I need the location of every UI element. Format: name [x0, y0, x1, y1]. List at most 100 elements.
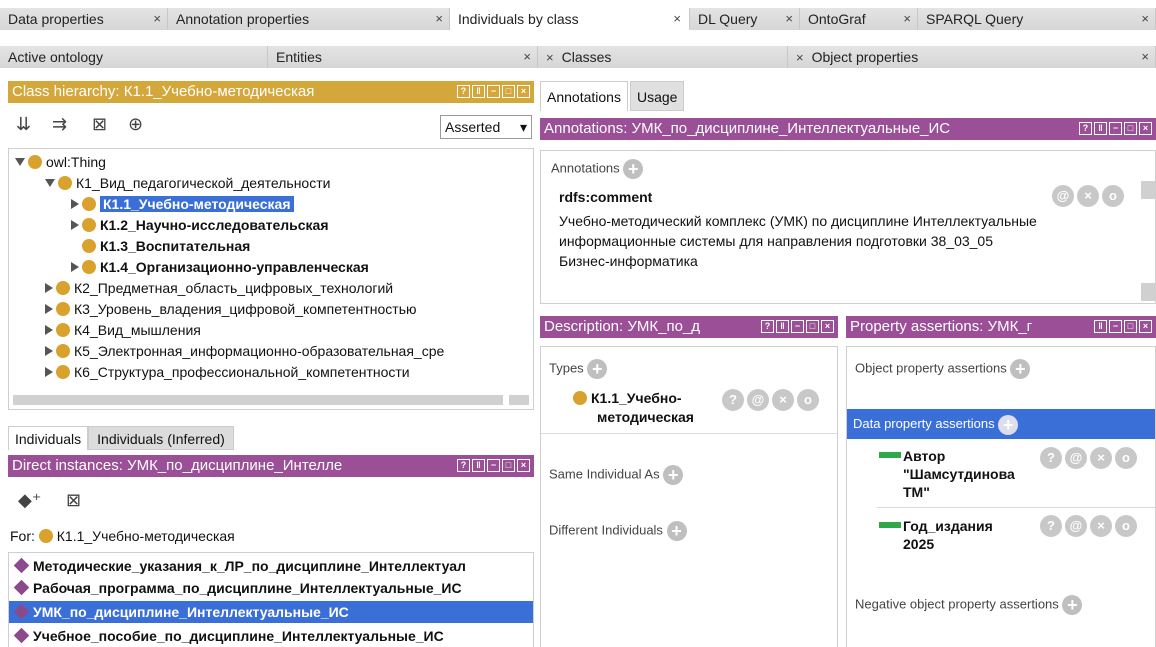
tab-individuals-inferred[interactable]: Individuals (Inferred)	[88, 426, 234, 450]
delete-button[interactable]: ×	[772, 389, 794, 411]
add-individual-icon[interactable]: ◆⁺	[18, 490, 41, 511]
expand-icon[interactable]	[45, 283, 53, 293]
maximize-icon[interactable]: □	[502, 459, 515, 472]
expand-icon[interactable]	[15, 158, 25, 166]
add-object-property-button[interactable]: +	[1010, 359, 1031, 379]
annotate-button[interactable]: @	[1052, 185, 1074, 207]
expand-icon[interactable]	[71, 220, 79, 230]
help-icon[interactable]: ?	[1079, 122, 1092, 135]
tab-classes[interactable]: × Classes	[538, 46, 788, 68]
pin-icon[interactable]: ‖	[1094, 320, 1107, 333]
explain-button[interactable]: ?	[1040, 447, 1062, 469]
delete-button[interactable]: ×	[1090, 515, 1112, 537]
annotate-button[interactable]: @	[1065, 447, 1087, 469]
explain-button[interactable]: ?	[722, 389, 744, 411]
tree-node-k5[interactable]: К5_Электронная_информационно-образовател…	[45, 342, 533, 360]
tree-node-k3[interactable]: К3_Уровень_владения_цифровой_компетентно…	[45, 300, 417, 318]
explain-button[interactable]: ?	[1040, 515, 1062, 537]
maximize-icon[interactable]: □	[806, 320, 819, 333]
add-negative-object-property-button[interactable]: +	[1062, 595, 1083, 615]
delete-individual-icon[interactable]: ⊠	[66, 490, 81, 511]
close-icon[interactable]: ×	[517, 459, 530, 472]
minimize-icon[interactable]: −	[487, 459, 500, 472]
minimize-icon[interactable]: −	[487, 85, 500, 98]
pin-icon[interactable]: ‖	[776, 320, 789, 333]
scrollbar-thumb[interactable]	[509, 395, 529, 405]
add-data-property-button[interactable]: +	[998, 414, 1019, 435]
data-property-header[interactable]: Data property assertions +	[847, 409, 1155, 439]
minimize-icon[interactable]: −	[791, 320, 804, 333]
close-icon[interactable]: ×	[1139, 122, 1152, 135]
delete-button[interactable]: ×	[1090, 447, 1112, 469]
tab-dl-query[interactable]: DL Query ×	[690, 8, 800, 30]
expand-icon[interactable]	[45, 304, 53, 314]
expand-icon[interactable]	[45, 179, 55, 187]
tab-object-properties[interactable]: × Object properties ×	[788, 46, 1156, 68]
horizontal-scrollbar[interactable]	[13, 395, 503, 405]
tab-individuals-by-class[interactable]: Individuals by class ×	[450, 8, 690, 30]
list-item[interactable]: Методические_указания_к_ЛР_по_дисциплине…	[13, 557, 531, 575]
edit-button[interactable]: o	[1102, 185, 1124, 207]
tree-node-k1-1[interactable]: К1.1_Учебно-методическая	[71, 195, 294, 213]
edit-button[interactable]: o	[797, 389, 819, 411]
annotate-button[interactable]: @	[747, 389, 769, 411]
close-icon[interactable]: ×	[821, 320, 834, 333]
expand-icon[interactable]	[71, 199, 79, 209]
close-icon[interactable]: ×	[523, 46, 531, 68]
close-icon[interactable]: ×	[903, 8, 911, 30]
minimize-icon[interactable]: −	[1109, 320, 1122, 333]
tree-node-k1-3[interactable]: К1.3_Воспитательная	[82, 237, 250, 255]
tab-annotations[interactable]: Annotations	[540, 81, 628, 111]
delete-icon[interactable]: ⊠	[92, 114, 107, 135]
annotate-button[interactable]: @	[1065, 515, 1087, 537]
list-item-selected[interactable]: УМК_по_дисциплине_Интеллектуальные_ИС	[9, 601, 533, 623]
tree-node-k4[interactable]: К4_Вид_мышления	[45, 321, 201, 339]
target-icon[interactable]: ⊕	[128, 114, 143, 135]
add-annotation-button[interactable]: +	[623, 159, 644, 179]
close-icon[interactable]: ×	[1139, 320, 1152, 333]
list-item[interactable]: Учебное_пособие_по_дисциплине_Интеллекту…	[13, 627, 444, 645]
expand-icon[interactable]	[45, 325, 53, 335]
maximize-icon[interactable]: □	[1124, 122, 1137, 135]
tab-entities[interactable]: Entities ×	[268, 46, 538, 68]
data-assertion-year[interactable]: Год_издания 2025	[879, 517, 993, 553]
tab-active-ontology[interactable]: Active ontology	[0, 46, 268, 68]
help-icon[interactable]: ?	[761, 320, 774, 333]
data-assertion-author[interactable]: Автор "Шамсутдинова ТМ"	[879, 447, 1015, 501]
list-item[interactable]: Рабочая_программа_по_дисциплине_Интеллек…	[13, 579, 462, 597]
close-icon[interactable]: ×	[796, 50, 804, 65]
scrollbar-thumb[interactable]	[1141, 283, 1155, 301]
close-icon[interactable]: ×	[673, 8, 681, 29]
close-icon[interactable]: ×	[785, 8, 793, 30]
tree-node-k1[interactable]: К1_Вид_педагогической_деятельности	[45, 174, 330, 192]
add-different-individual-button[interactable]: +	[666, 521, 687, 541]
maximize-icon[interactable]: □	[502, 85, 515, 98]
tree-node-k1-4[interactable]: К1.4_Организационно-управленческая	[71, 258, 369, 276]
expand-icon[interactable]	[45, 346, 53, 356]
edit-button[interactable]: o	[1115, 447, 1137, 469]
close-icon[interactable]: ×	[153, 8, 161, 30]
tab-sparql-query[interactable]: SPARQL Query ×	[918, 8, 1156, 30]
edit-button[interactable]: o	[1115, 515, 1137, 537]
tab-annotation-properties[interactable]: Annotation properties ×	[168, 8, 450, 30]
tab-data-properties[interactable]: Data properties ×	[0, 8, 168, 30]
pin-icon[interactable]: ‖	[1094, 122, 1107, 135]
pin-icon[interactable]: ‖	[472, 459, 485, 472]
help-icon[interactable]: ?	[457, 85, 470, 98]
close-icon[interactable]: ×	[435, 8, 443, 30]
close-icon[interactable]: ×	[517, 85, 530, 98]
tab-ontograf[interactable]: OntoGraf ×	[800, 8, 918, 30]
pin-icon[interactable]: ‖	[472, 85, 485, 98]
add-type-button[interactable]: +	[587, 359, 608, 379]
tree-node-k2[interactable]: К2_Предметная_область_цифровых_технологи…	[45, 279, 393, 297]
expand-icon[interactable]	[71, 262, 79, 272]
delete-button[interactable]: ×	[1077, 185, 1099, 207]
maximize-icon[interactable]: □	[1124, 320, 1137, 333]
add-sibling-icon[interactable]: ⇉	[52, 114, 67, 135]
close-icon[interactable]: ×	[546, 50, 554, 65]
tab-individuals[interactable]: Individuals	[8, 426, 89, 450]
scrollbar-thumb[interactable]	[1141, 181, 1155, 199]
asserted-select[interactable]: Asserted ▾	[440, 115, 532, 139]
close-icon[interactable]: ×	[1141, 46, 1149, 68]
tree-node-k1-2[interactable]: К1.2_Научно-исследовательская	[71, 216, 328, 234]
